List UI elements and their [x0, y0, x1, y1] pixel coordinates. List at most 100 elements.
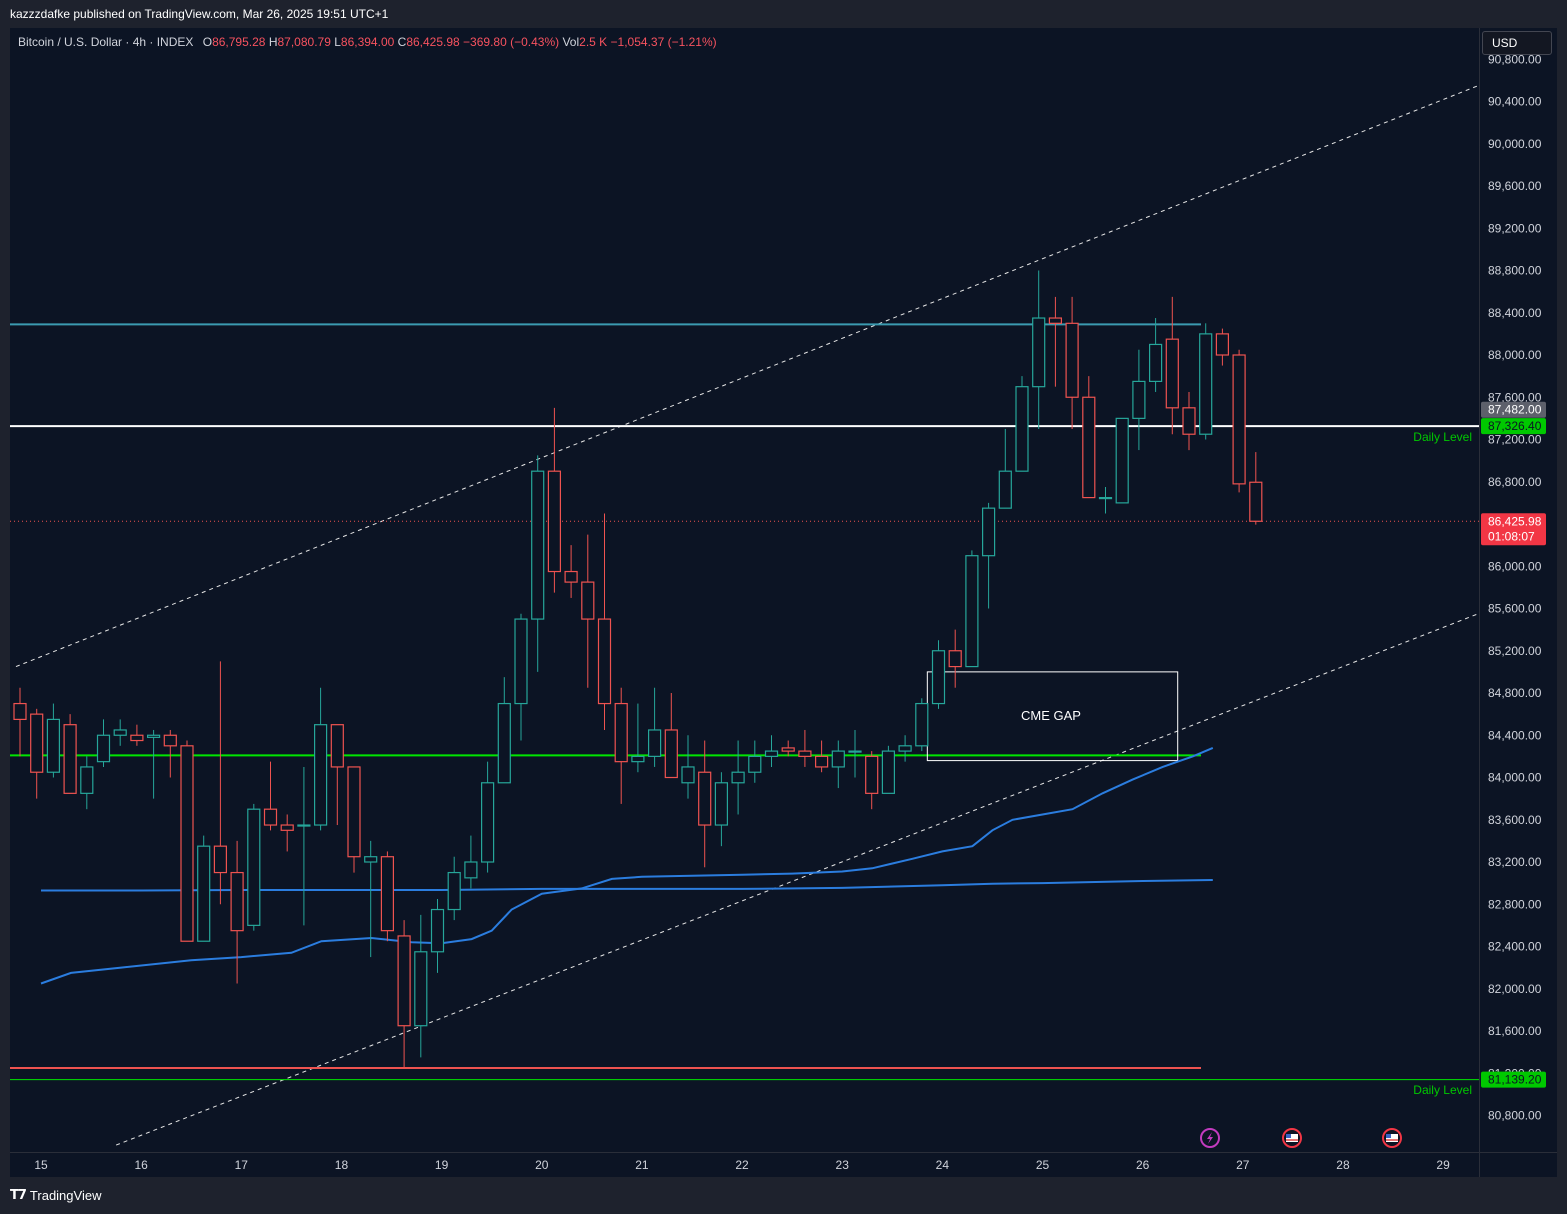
candle-body [981, 507, 996, 557]
tradingview-brand[interactable]: T7 TradingView [10, 1188, 101, 1203]
candle-body [197, 845, 211, 942]
change-value: −369.80 (−0.43%) [463, 35, 560, 49]
chart-canvas[interactable]: CME GAP90,800.0090,400.0090,000.0089,600… [0, 0, 1567, 1214]
candle-body [1232, 354, 1246, 485]
candle-body [848, 750, 862, 753]
time-tick-label: 23 [836, 1158, 850, 1172]
time-tick-label: 27 [1236, 1158, 1250, 1172]
candle-body [497, 702, 511, 784]
candle-body [1032, 317, 1046, 388]
candle-body [898, 745, 912, 752]
time-tick-label: 19 [435, 1158, 449, 1172]
open-value: 86,795.28 [212, 35, 266, 49]
symbol-title[interactable]: Bitcoin / U.S. Dollar · 4h · INDEX [18, 35, 193, 49]
price-tick-label: 82,400.00 [1488, 940, 1542, 954]
candle-body [564, 570, 578, 583]
price-tick-label: 85,600.00 [1488, 602, 1542, 616]
time-tick-label: 26 [1136, 1158, 1150, 1172]
candle-body [213, 845, 227, 874]
candle-body [1165, 338, 1179, 409]
candle-body [230, 871, 244, 932]
candle-body [414, 951, 428, 1027]
price-tick-label: 90,000.00 [1488, 137, 1542, 151]
candle-body [96, 734, 111, 763]
candle-body [1048, 317, 1063, 324]
candle-body [330, 724, 344, 768]
candle-body [831, 750, 845, 768]
time-tick-label: 24 [936, 1158, 950, 1172]
candle-body [881, 750, 896, 794]
time-tick-label: 16 [134, 1158, 148, 1172]
time-tick-label: 25 [1036, 1158, 1050, 1172]
daily-level-upper-label: Daily Level [1413, 430, 1472, 444]
candle-body [514, 618, 528, 705]
tradingview-wordmark: TradingView [29, 1188, 102, 1203]
price-tick-label: 88,800.00 [1488, 264, 1542, 278]
candle-body [130, 734, 144, 742]
daily-level-upper-price: 87,326.40 [1488, 419, 1542, 433]
candle-body [1098, 496, 1113, 500]
daily-level-lower-price: 81,139.20 [1488, 1073, 1542, 1087]
candle-body [698, 771, 712, 826]
candle-body [430, 908, 445, 953]
us-economic-event-icon-flag-canton [1286, 1134, 1291, 1138]
price-tick-label: 83,200.00 [1488, 855, 1542, 869]
candle-body [481, 782, 495, 863]
time-tick-label: 29 [1436, 1158, 1450, 1172]
price-tick-label: 86,000.00 [1488, 559, 1542, 573]
price-tick-label: 83,600.00 [1488, 813, 1542, 827]
price-tick-label: 84,800.00 [1488, 686, 1542, 700]
candle-body [314, 724, 328, 826]
price-tick-label: 84,400.00 [1488, 728, 1542, 742]
candle-body [280, 824, 294, 831]
low-value: 86,394.00 [340, 35, 395, 49]
close-value: 86,425.98 [406, 35, 460, 49]
candle-body [798, 750, 812, 757]
low-label: L [334, 35, 341, 49]
candle-body [664, 729, 678, 779]
price-tick-label: 89,200.00 [1488, 221, 1542, 235]
daily-level-lower-label: Daily Level [1413, 1083, 1472, 1097]
volume-label: Vol [562, 35, 580, 49]
candle-body [931, 650, 946, 705]
candle-body [397, 935, 411, 1027]
candle-body [30, 713, 44, 773]
price-tick-label: 88,000.00 [1488, 348, 1542, 362]
candle-body [263, 808, 278, 826]
candle-body [180, 745, 194, 942]
candle-body [447, 871, 461, 911]
candle-body [614, 702, 628, 763]
price-tick-label: 84,000.00 [1488, 771, 1542, 785]
candle-body [531, 470, 545, 620]
candle-body [1148, 343, 1163, 383]
currency-button[interactable]: USD [1482, 31, 1552, 55]
price-tick-label: 90,400.00 [1488, 95, 1542, 109]
candle-body [1065, 322, 1079, 398]
high-value: 87,080.79 [277, 35, 331, 49]
price-tick-label: 82,800.00 [1488, 897, 1542, 911]
candle-body [998, 470, 1012, 509]
price-tick-label: 82,000.00 [1488, 982, 1542, 996]
candle-body [714, 782, 729, 826]
candle-body [113, 729, 127, 736]
candle-body [347, 766, 361, 858]
candle-body [1132, 380, 1146, 419]
price-tick-label: 87,200.00 [1488, 433, 1542, 447]
bottom-bar [0, 1178, 1567, 1214]
candle-body [547, 470, 562, 573]
candle-body [80, 766, 94, 794]
price-tick-label: 88,400.00 [1488, 306, 1542, 320]
candle-body [163, 734, 177, 747]
close-label: C [397, 35, 407, 49]
candle-body [464, 861, 478, 879]
candle-body [1199, 333, 1213, 435]
candle-body [297, 824, 311, 827]
time-tick-label: 21 [635, 1158, 649, 1172]
high-marker-label: 87,482.00 [1488, 403, 1542, 417]
candle-body [948, 650, 962, 668]
last-price-label: 86,425.98 [1488, 514, 1542, 528]
symbol-legend[interactable]: Bitcoin / U.S. Dollar · 4h · INDEX O86,7… [18, 35, 717, 49]
time-tick-label: 20 [535, 1158, 549, 1172]
candle-body [1249, 481, 1263, 522]
open-label: O [202, 35, 213, 49]
